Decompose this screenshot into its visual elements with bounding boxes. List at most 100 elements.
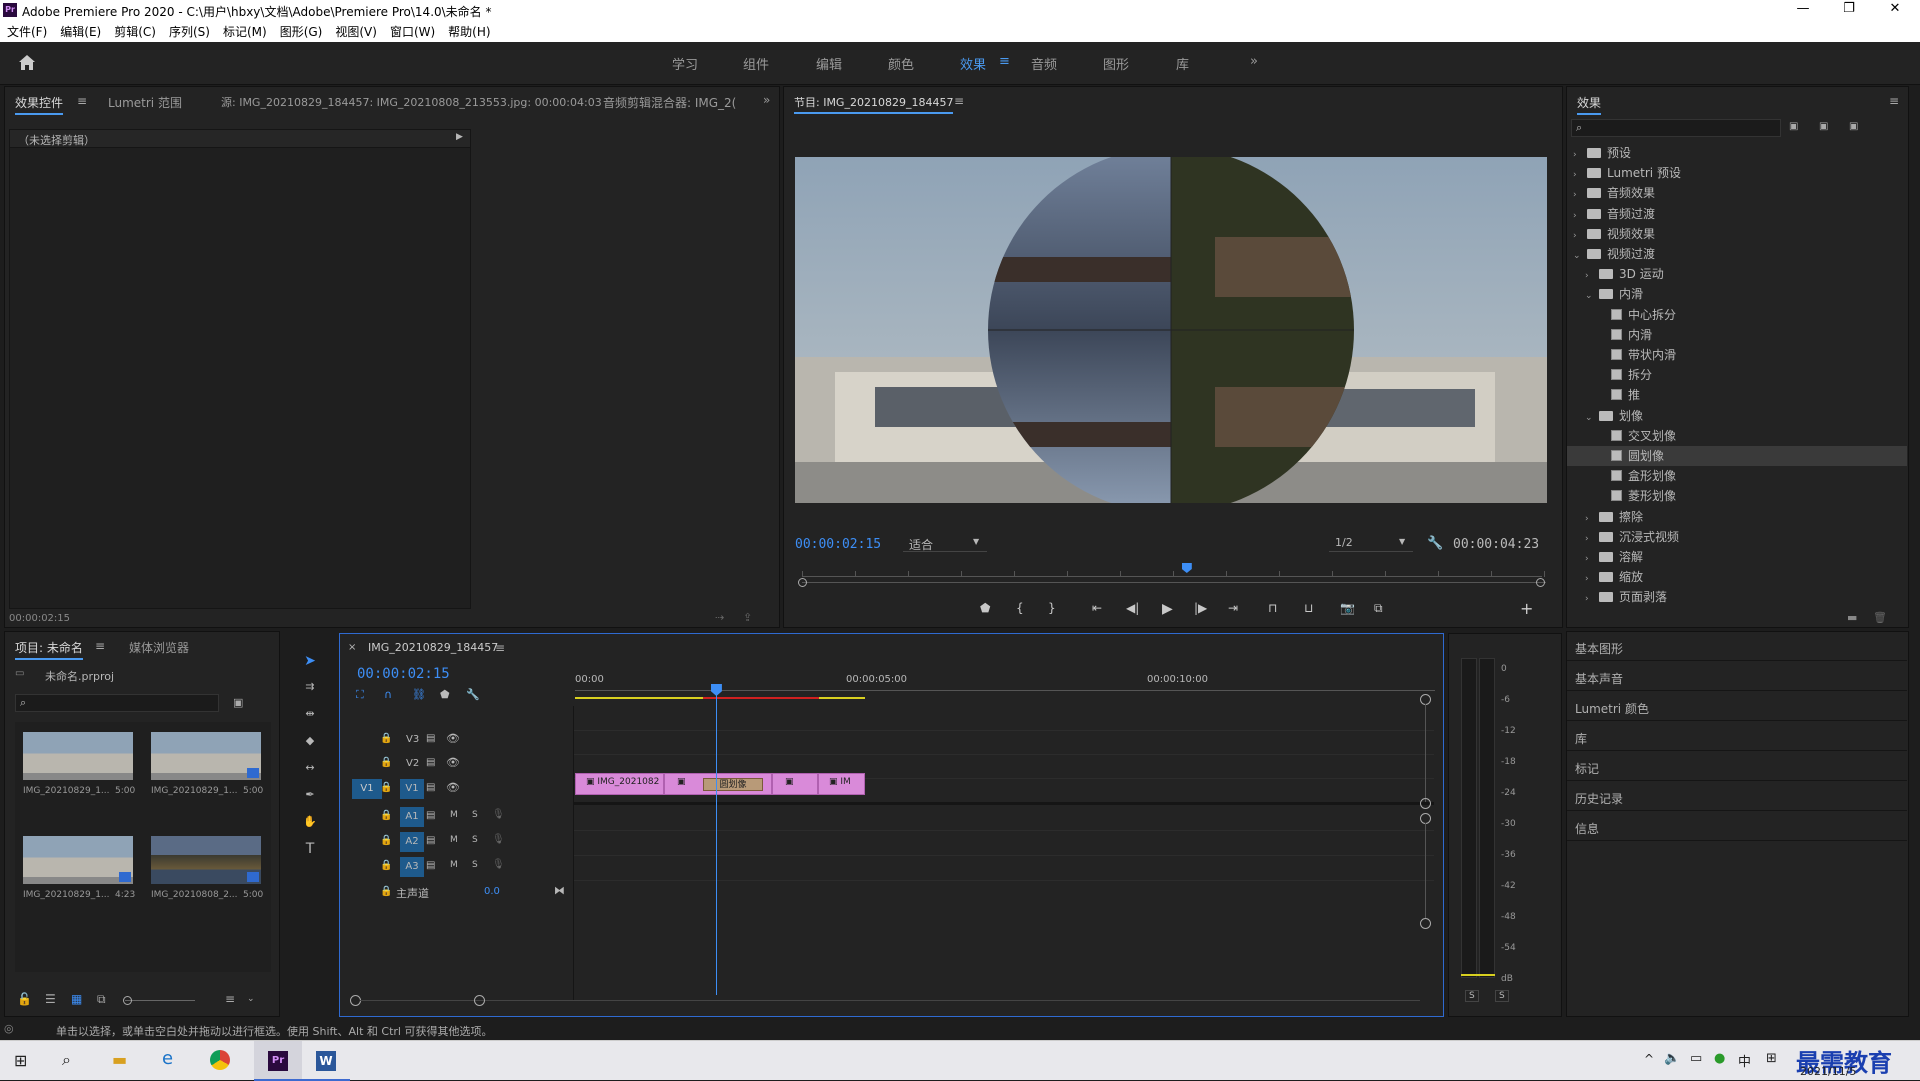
nest-icon[interactable]: ⛶ (356, 688, 364, 702)
find-bin-icon[interactable]: ▣ (233, 696, 243, 709)
solo-button[interactable]: S (472, 835, 478, 845)
mute-button[interactable]: M (450, 860, 458, 870)
expand-arrow-icon[interactable]: ▶ (456, 132, 463, 142)
chevron-down-icon[interactable]: ⌄ (1585, 286, 1595, 306)
effects-menu-icon[interactable]: ≡ (1889, 94, 1899, 108)
effect-item[interactable]: 带状内滑 (1567, 345, 1907, 365)
sync-lock-icon[interactable]: ▤ (426, 860, 435, 871)
v-scroll-handle[interactable] (1420, 798, 1431, 809)
sort-icon[interactable]: ≡ (225, 992, 235, 1006)
microphone-icon[interactable]: 🎙 (492, 809, 505, 820)
mute-button[interactable]: M (450, 835, 458, 845)
tray-chevron-icon[interactable]: ^ (1644, 1052, 1654, 1066)
sync-lock-icon[interactable]: ▤ (426, 835, 435, 846)
effect-item[interactable]: 内滑 (1567, 325, 1907, 345)
effects-folder[interactable]: › 视频效果 (1567, 224, 1907, 244)
chevron-right-icon[interactable]: › (1573, 145, 1583, 165)
home-icon[interactable] (18, 54, 36, 71)
lock-icon[interactable]: 🔒 (380, 886, 392, 897)
zoom-handle-left[interactable] (798, 578, 807, 587)
chevron-right-icon[interactable]: › (1585, 569, 1595, 589)
clip[interactable]: ▣ IMG_2021082 (575, 773, 664, 795)
tray-app-icon[interactable]: ● (1714, 1051, 1725, 1066)
menu-file[interactable]: 文件(F) (0, 20, 53, 40)
workspace-color[interactable]: 颜色 (888, 54, 914, 73)
menu-help[interactable]: 帮助(H) (441, 20, 496, 40)
32bit-effects-icon[interactable]: ▣ (1819, 121, 1828, 132)
menu-clip[interactable]: 剪辑(C) (107, 20, 162, 40)
tab-source[interactable]: 源: IMG_20210829_184457: IMG_20210808_213… (221, 94, 602, 110)
chevron-right-icon[interactable]: › (1573, 206, 1583, 226)
effect-item[interactable]: 菱形划像 (1567, 486, 1907, 506)
zoom-scrollbar[interactable] (802, 582, 1546, 583)
effects-search-input[interactable]: ⌕ (1571, 119, 1781, 137)
accelerated-effects-icon[interactable]: ▣ (1789, 121, 1798, 132)
workspace-graphics[interactable]: 图形 (1103, 54, 1129, 73)
step-forward-icon[interactable]: |▶ (1194, 601, 1207, 615)
freeform-view-icon[interactable]: ⧉ (97, 992, 106, 1007)
panel-essential-sound[interactable]: 基本声音 (1567, 662, 1907, 691)
project-search-input[interactable]: ⌕ (15, 694, 219, 712)
more-workspaces-icon[interactable]: » (1250, 54, 1258, 69)
effects-folder[interactable]: ⌄ 划像 (1567, 406, 1907, 426)
program-menu-icon[interactable]: ≡ (954, 94, 964, 108)
effect-item[interactable]: 盒形划像 (1567, 466, 1907, 486)
effects-title[interactable]: 效果 (1577, 94, 1602, 115)
menu-marker[interactable]: 标记(M) (216, 20, 273, 40)
chevron-right-icon[interactable]: › (1585, 529, 1595, 549)
eye-icon[interactable]: 👁 (446, 732, 460, 745)
volume-icon[interactable]: 🔈 (1664, 1051, 1680, 1066)
menu-edit[interactable]: 编辑(E) (53, 20, 107, 40)
mute-button[interactable]: M (450, 810, 458, 820)
panel-libraries[interactable]: 库 (1567, 722, 1907, 751)
panel-markers[interactable]: 标记 (1567, 752, 1907, 781)
new-bin-icon[interactable]: ▬ (1847, 611, 1857, 624)
master-volume[interactable]: 0.0 (484, 886, 500, 897)
lock-icon[interactable]: 🔓 (17, 992, 32, 1006)
effects-folder[interactable]: › 沉浸式视频 (1567, 527, 1907, 547)
go-to-out-icon[interactable]: ⇥ (1228, 601, 1238, 615)
project-menu-icon[interactable]: ≡ (95, 639, 105, 653)
eye-icon[interactable]: 👁 (446, 781, 460, 794)
panel-essential-graphics[interactable]: 基本图形 (1567, 632, 1907, 661)
effects-folder[interactable]: › 音频过渡 (1567, 204, 1907, 224)
tab-lumetri-scopes[interactable]: Lumetri 范围 (108, 94, 182, 111)
solo-left-button[interactable]: S (1465, 990, 1479, 1002)
menu-graphics[interactable]: 图形(G) (273, 20, 329, 40)
ime-indicator[interactable]: 中 (1738, 1051, 1751, 1070)
h-zoom-handle-right[interactable] (474, 995, 485, 1006)
restore-button[interactable]: ❐ (1826, 1, 1872, 19)
chrome-icon[interactable] (210, 1050, 230, 1070)
resolution-dropdown[interactable]: 1/2 ▼ (1329, 534, 1413, 552)
chevron-right-icon[interactable]: › (1585, 509, 1595, 529)
effects-folder[interactable]: › 音频效果 (1567, 183, 1907, 203)
chevron-down-icon[interactable]: ⌄ (1585, 408, 1595, 428)
transition-circle-wipe[interactable]: 圆划像 (703, 778, 763, 791)
compare-view-icon[interactable]: ⧉ (1374, 601, 1383, 616)
chevron-right-icon[interactable]: › (1573, 165, 1583, 185)
effects-folder[interactable]: › 预设 (1567, 143, 1907, 163)
more-panels-icon[interactable]: » (763, 93, 770, 107)
sync-lock-icon[interactable]: ▤ (426, 810, 435, 821)
fit-dropdown[interactable]: 适合 ▼ (903, 534, 987, 552)
panel-lumetri-color[interactable]: Lumetri 颜色 (1567, 692, 1907, 721)
chevron-right-icon[interactable]: › (1573, 185, 1583, 205)
lock-icon[interactable]: 🔒 (380, 810, 392, 821)
solo-right-button[interactable]: S (1495, 990, 1509, 1002)
ripple-edit-tool-icon[interactable]: ⇹ (303, 707, 317, 721)
close-tab-icon[interactable]: × (348, 642, 356, 653)
effects-folder[interactable]: › Lumetri 预设 (1567, 163, 1907, 183)
clip[interactable]: ▣ (772, 773, 818, 795)
v-scrollbar[interactable] (1425, 704, 1426, 802)
razor-tool-icon[interactable]: ◆ (303, 734, 317, 748)
add-button-icon[interactable]: + (1520, 599, 1533, 618)
effects-folder[interactable]: ⌄ 视频过渡 (1567, 244, 1907, 264)
lock-icon[interactable]: 🔒 (380, 835, 392, 846)
project-item[interactable]: IMG_20210808_2... 5:00 (151, 836, 263, 900)
source-patch-v1[interactable]: V1 (352, 779, 382, 799)
effects-folder[interactable]: ⌄ 内滑 (1567, 284, 1907, 304)
premiere-taskbar-button[interactable]: Pr (254, 1041, 302, 1081)
microphone-icon[interactable]: 🎙 (492, 834, 505, 845)
go-to-end-icon[interactable]: ⧓ (554, 884, 565, 897)
tab-effect-controls[interactable]: 效果控件 (15, 94, 64, 115)
